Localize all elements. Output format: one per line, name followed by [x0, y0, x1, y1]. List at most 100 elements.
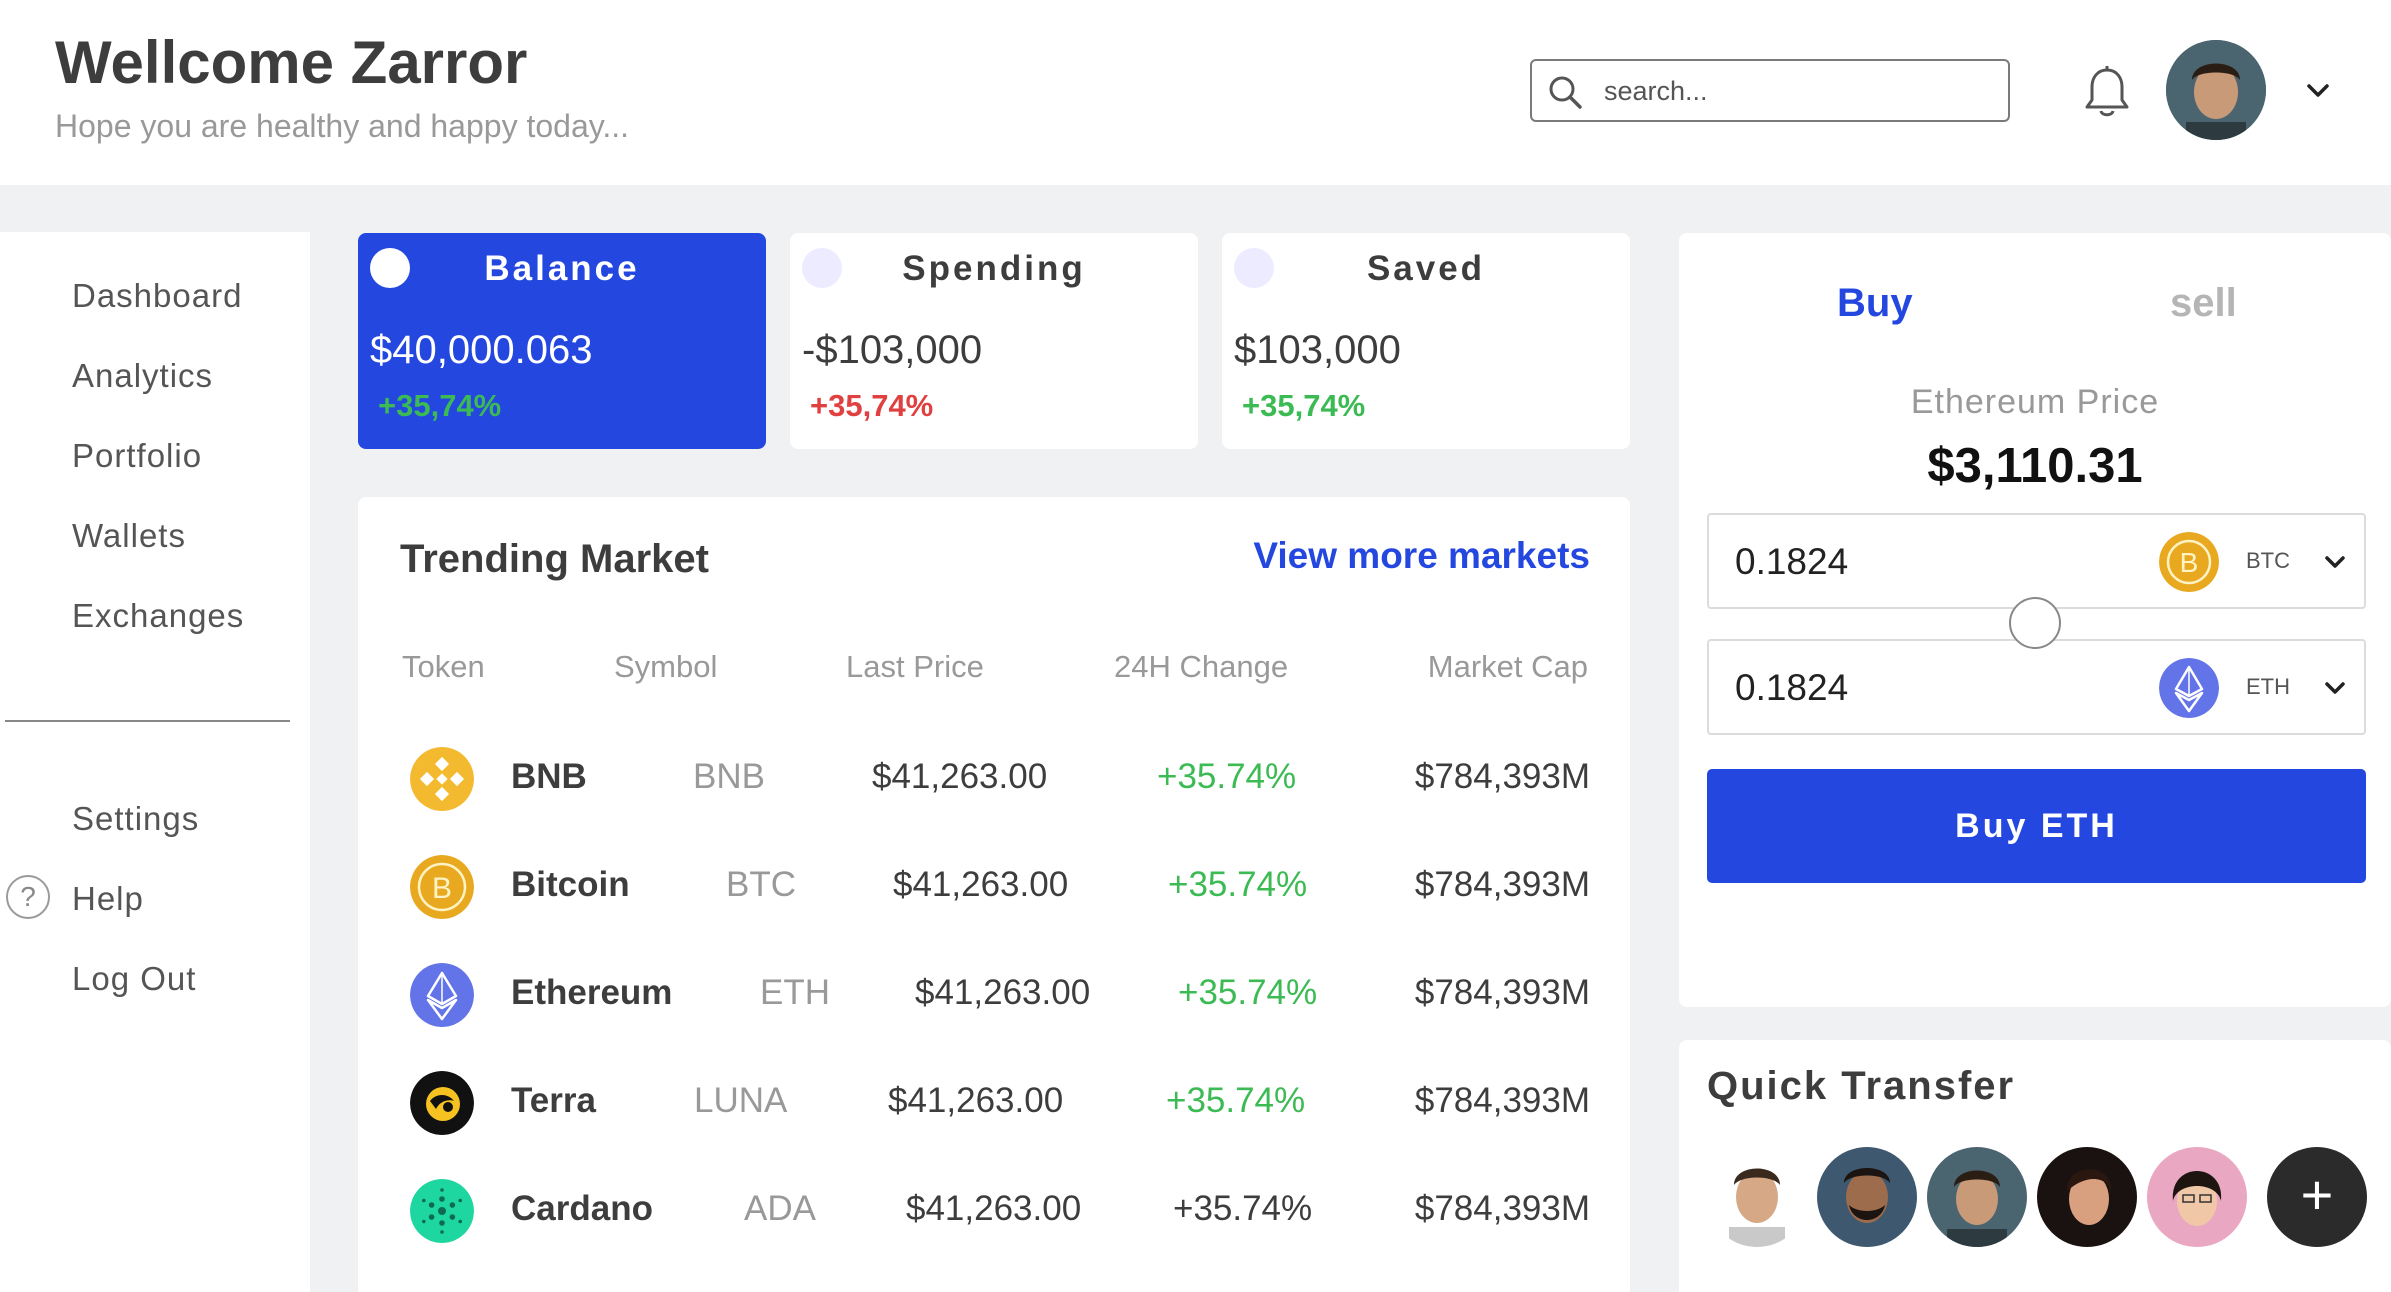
table-row[interactable]: Ethereum ETH $41,263.00 +35.74% $784,393…: [358, 941, 1630, 1041]
token-symbol: ETH: [760, 973, 830, 1012]
price-label: Ethereum Price: [1910, 383, 2160, 421]
spending-card[interactable]: Spending -$103,000 +35,74%: [790, 233, 1198, 449]
trade-panel: Buy sell Ethereum Price $3,110.31 0.1824…: [1679, 233, 2391, 1007]
card-value: $103,000: [1234, 328, 1401, 372]
contact-avatar-icon: [2147, 1147, 2247, 1247]
column-header-24h-change: 24H Change: [1114, 649, 1289, 684]
contact-avatar-icon: [1707, 1147, 1807, 1247]
token-price: $41,263.00: [906, 1189, 1082, 1228]
token-change: +35.74%: [1178, 973, 1318, 1012]
quick-transfer-panel: Quick Transfer +: [1679, 1040, 2391, 1292]
card-change: +35,74%: [1242, 388, 1366, 423]
card-change: +35,74%: [378, 388, 502, 423]
contact-avatar[interactable]: [1707, 1147, 1807, 1247]
sidebar-item-analytics[interactable]: Analytics: [72, 357, 213, 395]
from-symbol[interactable]: BTC: [2246, 548, 2290, 574]
column-header-last-price: Last Price: [846, 649, 984, 684]
token-name: Bitcoin: [511, 865, 630, 904]
table-row[interactable]: Cardano ADA $41,263.00 +35.74% $784,393M: [358, 1157, 1630, 1257]
contact-avatar[interactable]: [2147, 1147, 2247, 1247]
user-avatar-icon: [2166, 40, 2266, 140]
bitcoin-icon: B: [410, 855, 474, 919]
page-subtitle: Hope you are healthy and happy today...: [55, 108, 630, 144]
page-title: Wellcome Zarror: [55, 29, 528, 96]
sidebar-divider: [5, 720, 290, 722]
from-amount-field[interactable]: 0.1824 B BTC: [1707, 513, 2366, 609]
token-market-cap: $784,393M: [1414, 757, 1590, 796]
add-contact-button[interactable]: +: [2267, 1147, 2367, 1247]
search-box[interactable]: [1530, 59, 2010, 122]
token-price: $41,263.00: [893, 865, 1069, 904]
to-amount-value[interactable]: 0.1824: [1735, 667, 1848, 709]
sidebar: Dashboard Analytics Portfolio Wallets Ex…: [0, 232, 310, 1292]
contact-avatar-icon: [1817, 1147, 1917, 1247]
sidebar-item-help[interactable]: Help: [72, 880, 144, 918]
view-more-markets-link[interactable]: View more markets: [1253, 535, 1590, 577]
search-icon: [1549, 76, 1582, 109]
token-market-cap: $784,393M: [1414, 973, 1590, 1012]
saved-card[interactable]: Saved $103,000 +35,74%: [1222, 233, 1630, 449]
table-row[interactable]: Terra LUNA $41,263.00 +35.74% $784,393M: [358, 1049, 1630, 1149]
quick-transfer-title: Quick Transfer: [1707, 1064, 2016, 1108]
card-label: Saved: [1366, 249, 1486, 288]
table-row[interactable]: BNB BNB $41,263.00 +35.74% $784,393M: [358, 725, 1630, 825]
column-header-symbol: Symbol: [614, 649, 718, 684]
sidebar-item-exchanges[interactable]: Exchanges: [72, 597, 244, 635]
svg-text:B: B: [2180, 547, 2199, 578]
token-price: $41,263.00: [915, 973, 1091, 1012]
sidebar-item-portfolio[interactable]: Portfolio: [72, 437, 202, 475]
market-title: Trending Market: [400, 537, 709, 581]
to-amount-field[interactable]: 0.1824 ETH: [1707, 639, 2366, 735]
token-price: $41,263.00: [888, 1081, 1064, 1120]
trending-market-panel: Trending Market View more markets Token …: [358, 497, 1630, 1292]
header: Wellcome Zarror Hope you are healthy and…: [0, 0, 2391, 185]
card-value: -$103,000: [802, 328, 983, 372]
token-market-cap: $784,393M: [1414, 1189, 1590, 1228]
column-header-token: Token: [402, 649, 485, 684]
card-value: $40,000.063: [370, 328, 593, 372]
chevron-down-icon[interactable]: [2323, 679, 2347, 699]
contact-avatar[interactable]: [2037, 1147, 2137, 1247]
chevron-down-icon[interactable]: [2323, 553, 2347, 573]
bnb-icon: [410, 747, 474, 811]
token-name: Terra: [511, 1081, 596, 1120]
tab-sell[interactable]: sell: [2170, 281, 2237, 326]
token-change: +35.74%: [1168, 865, 1308, 904]
chevron-down-icon[interactable]: [2305, 80, 2331, 102]
token-change: +35.74%: [1157, 757, 1297, 796]
swap-handle[interactable]: [2009, 597, 2061, 649]
card-label: Spending: [902, 249, 1086, 288]
token-change: +35.74%: [1166, 1081, 1306, 1120]
balance-card[interactable]: Balance $40,000.063 +35,74%: [358, 233, 766, 449]
token-market-cap: $784,393M: [1414, 865, 1590, 904]
sidebar-item-logout[interactable]: Log Out: [72, 960, 196, 998]
sidebar-item-dashboard[interactable]: Dashboard: [72, 277, 242, 315]
to-symbol[interactable]: ETH: [2246, 674, 2290, 700]
contact-avatar-icon: [1927, 1147, 2027, 1247]
token-price: $41,263.00: [872, 757, 1048, 796]
table-row[interactable]: B Bitcoin BTC $41,263.00 +35.74% $784,39…: [358, 833, 1630, 933]
tab-buy[interactable]: Buy: [1837, 281, 1913, 326]
sidebar-item-wallets[interactable]: Wallets: [72, 517, 186, 555]
token-name: Cardano: [511, 1189, 653, 1228]
token-market-cap: $784,393M: [1414, 1081, 1590, 1120]
token-symbol: LUNA: [694, 1081, 788, 1120]
contact-avatar-icon: [2037, 1147, 2137, 1247]
bell-icon[interactable]: [2081, 64, 2133, 120]
search-input[interactable]: [1604, 71, 1994, 111]
buy-eth-button[interactable]: Buy ETH: [1707, 769, 2366, 883]
from-amount-value[interactable]: 0.1824: [1735, 541, 1848, 583]
help-icon[interactable]: ?: [6, 875, 50, 919]
sidebar-item-settings[interactable]: Settings: [72, 800, 199, 838]
token-name: Ethereum: [511, 973, 673, 1012]
ethereum-icon: [410, 963, 474, 1027]
contact-avatar[interactable]: [1927, 1147, 2027, 1247]
avatar[interactable]: [2166, 40, 2266, 140]
cardano-icon: [410, 1179, 474, 1243]
token-name: BNB: [511, 757, 587, 796]
token-symbol: BTC: [726, 865, 796, 904]
card-change: +35,74%: [810, 388, 934, 423]
contact-avatar[interactable]: [1817, 1147, 1917, 1247]
svg-text:B: B: [432, 872, 452, 905]
column-header-market-cap: Market Cap: [1427, 649, 1588, 684]
